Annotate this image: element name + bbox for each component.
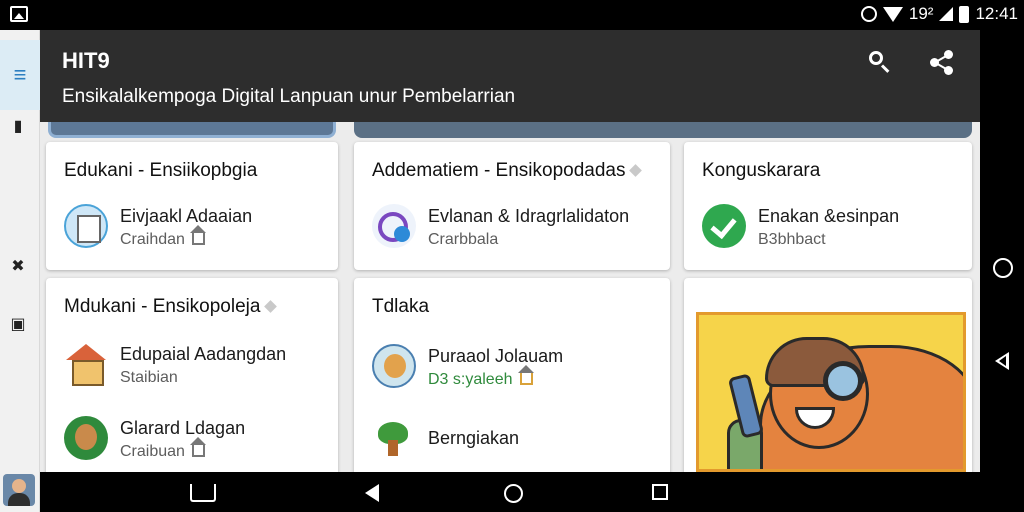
item-subtitle: Crarbbala xyxy=(428,231,499,248)
card-edukani[interactable]: Edukani - Ensiikopbgia Eivjaakl Adaaian … xyxy=(46,142,338,270)
avatar-icon xyxy=(64,416,108,460)
app-window: HIT9 Ensikalalkempoga Digital Lanpuan un… xyxy=(40,30,980,472)
list-item[interactable]: Edupaial Aadangdan Staibian xyxy=(64,338,338,388)
system-navigation-bar xyxy=(40,472,982,512)
status-icons: 19² 12:41 xyxy=(860,4,1018,24)
list-item[interactable]: Puraaol Jolauam D3 s:yaleeh xyxy=(372,340,652,390)
check-icon xyxy=(702,204,746,248)
gallery-notification-icon xyxy=(10,6,28,22)
home-icon xyxy=(189,225,206,245)
card-konguskarara[interactable]: Konguskarara Enakan &esinpan B3bhbact xyxy=(684,142,972,270)
item-label: Evlanan & Idragrlalidaton xyxy=(428,206,630,226)
status-time: 12:41 xyxy=(975,4,1018,23)
card-title: Addematiem - Ensikopodadas xyxy=(372,160,643,182)
home-button[interactable] xyxy=(504,484,523,503)
wifi-icon xyxy=(882,6,903,22)
alarm-icon xyxy=(860,6,877,22)
item-subtitle: Staibian xyxy=(120,369,178,386)
recents-button[interactable] xyxy=(652,484,668,500)
list-item[interactable]: Evlanan & Idragrlalidaton Crarbbala xyxy=(372,200,652,250)
house-icon xyxy=(64,342,108,386)
user-avatar[interactable] xyxy=(3,474,35,506)
item-subtitle: B3bhbact xyxy=(758,231,826,248)
card-illustration[interactable] xyxy=(684,278,972,472)
list-item[interactable]: Eivjaakl Adaaian Craihdan xyxy=(64,200,338,250)
item-label: Edupaial Aadangdan xyxy=(120,344,287,364)
item-subtitle: Craihdan xyxy=(120,225,206,249)
card-tdlaka[interactable]: Tdlaka Puraaol Jolauam D3 s:yaleeh Berng… xyxy=(354,278,670,472)
list-item[interactable]: Berngiakan xyxy=(372,412,652,462)
home-icon xyxy=(189,437,206,457)
card-title: Mdukani - Ensikopoleja xyxy=(64,296,278,318)
item-subtitle: Craibuan xyxy=(120,437,206,461)
plant-icon xyxy=(372,416,416,460)
share-icon[interactable] xyxy=(928,48,956,76)
cell-signal-icon xyxy=(939,7,954,21)
card-addematiem[interactable]: Addematiem - Ensikopodadas Evlanan & Idr… xyxy=(354,142,670,270)
battery-icon xyxy=(959,5,970,23)
navigation-rail: ≡ ▮ ✖ ▣ xyxy=(0,30,40,512)
home-button[interactable] xyxy=(993,258,1013,278)
item-label: Eivjaakl Adaaian xyxy=(120,206,253,226)
recent-app-icon[interactable] xyxy=(190,484,216,502)
calendar-icon[interactable]: ▣ xyxy=(8,314,28,334)
app-toolbar: HIT9 Ensikalalkempoga Digital Lanpuan un… xyxy=(40,30,980,122)
app-title: HIT9 xyxy=(62,48,110,73)
list-item[interactable]: Glarard Ldagan Craibuan xyxy=(64,412,338,462)
item-label: Enakan &esinpan xyxy=(758,206,900,226)
item-label: Glarard Ldagan xyxy=(120,418,246,438)
cartoon-illustration xyxy=(696,312,966,472)
back-button[interactable] xyxy=(995,352,1009,370)
diamond-icon xyxy=(629,164,643,178)
tools-icon[interactable]: ✖ xyxy=(8,256,28,276)
card-title: Tdlaka xyxy=(372,296,430,317)
diamond-icon xyxy=(264,300,278,314)
card-mdukani[interactable]: Mdukani - Ensikopoleja Edupaial Aadangda… xyxy=(46,278,338,472)
character-icon xyxy=(372,344,416,388)
status-bar: 19² 12:41 xyxy=(0,0,1024,30)
chat-icon xyxy=(372,204,416,248)
item-label: Puraaol Jolauam xyxy=(428,346,564,366)
card-title: Edukani - Ensiikopbgia xyxy=(64,160,258,181)
menu-icon[interactable]: ≡ xyxy=(0,40,40,110)
back-button[interactable] xyxy=(365,484,379,502)
card-title: Konguskarara xyxy=(702,160,821,181)
list-item[interactable]: Enakan &esinpan B3bhbact xyxy=(702,200,972,250)
item-subtitle: D3 s:yaleeh xyxy=(428,365,534,389)
search-icon[interactable] xyxy=(866,48,894,76)
home-icon xyxy=(517,365,534,385)
document-icon xyxy=(64,204,108,248)
item-label: Berngiakan xyxy=(428,428,520,448)
side-navigation-bar xyxy=(982,30,1024,512)
bookmark-icon[interactable]: ▮ xyxy=(8,116,28,136)
app-subtitle: Ensikalalkempoga Digital Lanpuan unur Pe… xyxy=(62,86,516,107)
signal-text: 19² xyxy=(908,4,934,23)
